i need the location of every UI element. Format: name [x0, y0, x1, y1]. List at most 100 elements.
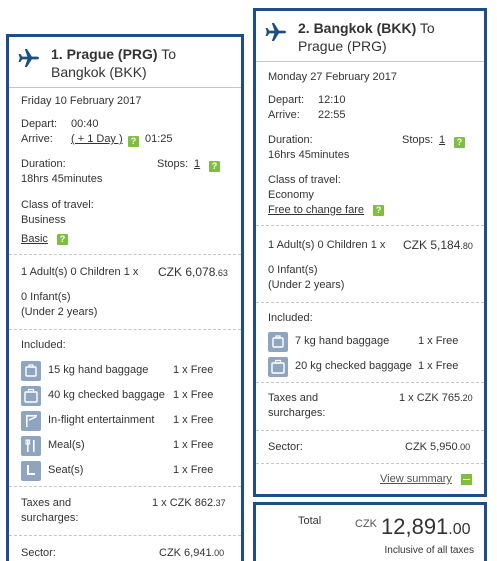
arrive-label: Arrive:: [268, 109, 300, 121]
passenger-counts: 1 Adult(s) 0 Children 1 x: [21, 266, 139, 278]
sector-row: Sector: CZK 5,950.00: [268, 440, 472, 455]
flight-details: Friday 10 February 2017 Depart: 00:40 Ar…: [9, 88, 241, 247]
flight-title: 2. Bangkok (BKK) To Prague (PRG): [298, 19, 435, 55]
plus-day-link[interactable]: ( + 1 Day ): [71, 132, 123, 147]
duration-value: 18hrs 45minutes: [21, 173, 103, 185]
sector-label: Sector:: [21, 547, 56, 559]
depart-row: Depart: 12:10: [268, 93, 472, 108]
help-icon[interactable]: ?: [373, 204, 385, 216]
included-item-qty: 1 x Free: [173, 464, 214, 476]
depart-row: Depart: 00:40: [21, 117, 229, 132]
taxes-label-2: surcharges:: [268, 407, 326, 419]
stops-link[interactable]: 1: [439, 133, 445, 148]
flight-card-outbound: 1. Prague (PRG) To Bangkok (BKK) Friday …: [6, 34, 244, 561]
flight-date: Monday 27 February 2017: [268, 71, 398, 83]
included-item: Meal(s) 1 x Free: [21, 434, 229, 459]
passenger-section: 1 Adult(s) 0 Children 1 x CZK 6,078.63 0…: [9, 255, 241, 320]
flight-header: 2. Bangkok (BKK) To Prague (PRG): [256, 11, 484, 61]
plane-icon: [17, 46, 41, 70]
flight-card-return: 2. Bangkok (BKK) To Prague (PRG) Monday …: [253, 8, 487, 497]
stops-link[interactable]: 1: [194, 157, 200, 172]
sector-value: CZK 6,941.00: [159, 547, 225, 559]
collapse-icon[interactable]: [461, 473, 472, 485]
arrive-time: 22:55: [318, 109, 346, 121]
duration-value: 16hrs 45minutes: [268, 149, 350, 161]
class-value: Economy: [268, 189, 314, 201]
fare-type-link[interactable]: Free to change fare: [268, 204, 364, 216]
fare-type-link[interactable]: Basic: [21, 233, 48, 245]
fare-price: CZK 5,184.80: [403, 238, 473, 252]
arrive-label: Arrive:: [21, 133, 53, 145]
fare-row: Free to change fare ?: [268, 203, 472, 218]
fare-row: Basic ?: [21, 232, 229, 247]
included-item-label: 15 kg hand baggage: [48, 364, 149, 376]
view-summary-link[interactable]: View summary: [380, 473, 452, 485]
stops-label: Stops:: [157, 158, 189, 170]
taxes-label-2: surcharges:: [21, 512, 79, 524]
included-list: 15 kg hand baggage 1 x Free 40 kg checked …: [21, 359, 229, 484]
fare-price: CZK 6,078.63: [158, 265, 228, 279]
route-destination: Prague (PRG): [298, 38, 387, 54]
included-item: In-flight entertainment 1 x Free: [21, 409, 229, 434]
included-item-qty: 1 x Free: [173, 364, 214, 376]
route-origin: 1. Prague (PRG): [51, 46, 158, 62]
help-icon[interactable]: ?: [128, 134, 139, 149]
class-value: Business: [21, 214, 66, 226]
sector-section: Sector: CZK 6,941.00: [9, 536, 241, 561]
infant-note: (Under 2 years): [268, 279, 345, 291]
depart-time: 00:40: [71, 118, 99, 130]
taxes-value: 1 x CZK 765.20: [399, 392, 473, 404]
taxes-label: Taxes and: [268, 392, 319, 404]
infant-note: (Under 2 years): [21, 306, 98, 318]
duration-row: Duration: Stops: 1 ?: [21, 157, 229, 172]
infant-count: 0 Infant(s): [21, 291, 71, 303]
duration-label: Duration:: [21, 158, 66, 170]
flight-header: 1. Prague (PRG) To Bangkok (BKK): [9, 37, 241, 87]
stops-label: Stops:: [402, 134, 434, 146]
infant-count: 0 Infant(s): [268, 264, 318, 276]
class-label: Class of travel:: [21, 199, 94, 211]
sector-row: Sector: CZK 6,941.00: [21, 546, 229, 561]
taxes-row: Taxes and 1 x CZK 862.37: [21, 496, 229, 511]
hand-baggage-icon: [21, 361, 41, 381]
included-item: 15 kg hand baggage 1 x Free: [21, 359, 229, 384]
included-item-qty: 1 x Free: [418, 335, 459, 347]
passenger-row: 1 Adult(s) 0 Children 1 x CZK 5,184.80: [268, 238, 473, 253]
arrive-row: Arrive: 22:55: [268, 108, 472, 123]
included-item-qty: 1 x Free: [173, 389, 214, 401]
total-label: Total: [298, 515, 322, 527]
taxes-label: Taxes and: [21, 497, 72, 509]
view-summary-row: View summary: [256, 464, 484, 485]
total-card: Total CZK 12,891.00 Inclusive of all tax…: [253, 502, 487, 561]
included-item-label: In-flight entertainment: [48, 414, 155, 426]
help-icon[interactable]: ?: [56, 233, 68, 245]
flight-title: 1. Prague (PRG) To Bangkok (BKK): [51, 45, 176, 81]
taxes-row: Taxes and 1 x CZK 765.20: [268, 391, 473, 406]
class-label: Class of travel:: [268, 174, 341, 186]
sector-section: Sector: CZK 5,950.00: [256, 431, 484, 455]
checked-baggage-icon: [21, 386, 41, 406]
included-item-label: Meal(s): [48, 439, 85, 451]
total-amount: 12,891.00: [381, 514, 471, 539]
total-note: Inclusive of all taxes: [384, 545, 475, 556]
arrive-time: 01:25: [145, 133, 173, 145]
passenger-counts: 1 Adult(s) 0 Children 1 x: [268, 239, 386, 251]
sector-value: CZK 5,950.00: [405, 441, 471, 453]
passenger-section: 1 Adult(s) 0 Children 1 x CZK 5,184.80 0…: [256, 226, 484, 293]
included-item: Seat(s) 1 x Free: [21, 459, 229, 484]
taxes-value: 1 x CZK 862.37: [152, 497, 226, 509]
included-item-label: 7 kg hand baggage: [295, 335, 390, 347]
meal-icon: [21, 436, 41, 456]
passenger-row: 1 Adult(s) 0 Children 1 x CZK 6,078.63: [21, 265, 229, 280]
included-item: 40 kg checked baggage 1 x Free: [21, 384, 229, 409]
taxes-section: Taxes and 1 x CZK 862.37 surcharges:: [9, 487, 241, 526]
taxes-section: Taxes and 1 x CZK 765.20 surcharges:: [256, 383, 484, 421]
included-item-qty: 1 x Free: [173, 439, 214, 451]
route-to: To: [157, 46, 177, 62]
included-list: 7 kg hand baggage 1 x Free 20 kg checked b…: [268, 330, 472, 380]
included-item-label: 20 kg checked baggage: [295, 360, 412, 372]
included-section: Included: 7 kg hand baggage 1 x Free 20 kg…: [256, 303, 484, 380]
flight-date: Friday 10 February 2017: [21, 95, 142, 107]
depart-time: 12:10: [318, 94, 346, 106]
plane-icon: [264, 20, 288, 44]
